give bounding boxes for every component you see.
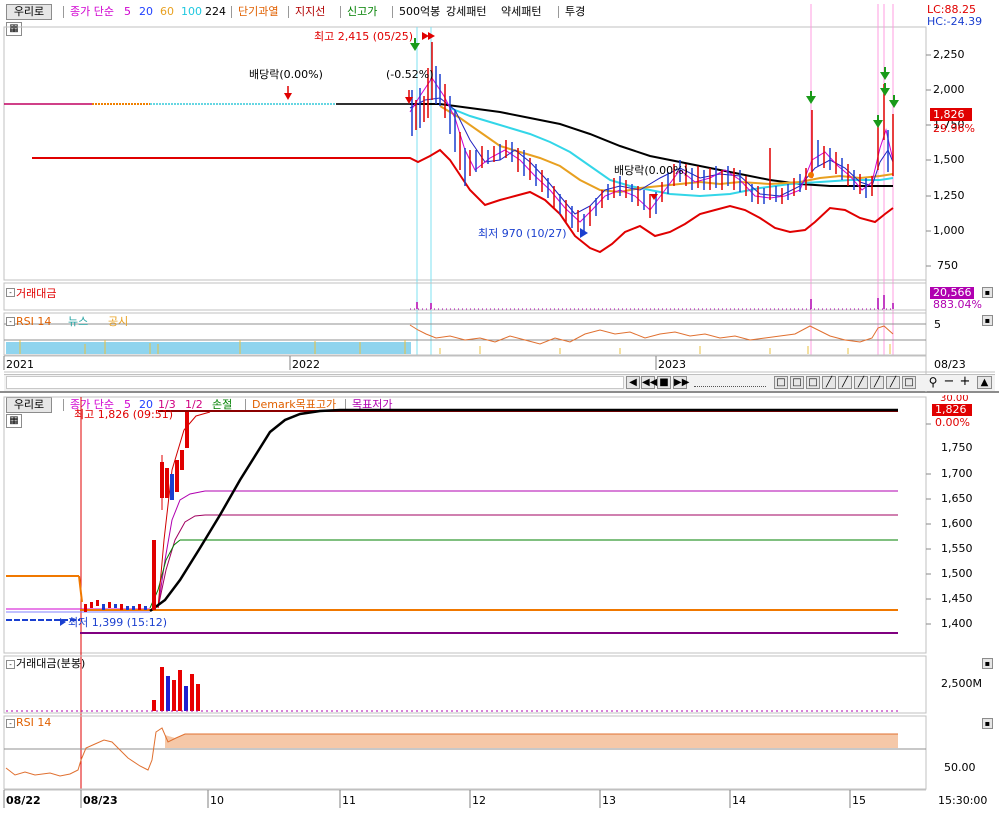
- axis-tick: 1,700: [941, 467, 973, 480]
- bottom-time-d0: 08/22: [6, 794, 41, 807]
- legend-sep: [245, 399, 246, 411]
- bottom-low-label: 최저 1,399 (15:12): [68, 616, 168, 629]
- bottom-time-11: 11: [342, 794, 356, 807]
- top-price-svg: [3, 4, 995, 392]
- axis-tick: 1,450: [941, 592, 973, 605]
- top-div3-label: 배당락(0.00%): [614, 164, 688, 177]
- top-time-last: 08/23: [934, 358, 966, 371]
- axis-tick: 1,250: [933, 189, 965, 202]
- top-low-label: 최저 970 (10/27): [478, 227, 567, 240]
- period-1-icon[interactable]: □: [774, 376, 788, 389]
- period-3-icon[interactable]: □: [806, 376, 820, 389]
- fast-forward-icon[interactable]: ▶▶: [673, 376, 689, 389]
- bottom-time-15: 15: [852, 794, 866, 807]
- bottom-price-change: 0.00%: [935, 416, 970, 429]
- bottom-rsi-ctrl[interactable]: ▪: [982, 718, 993, 729]
- bottom-demark[interactable]: Demark목표고가: [252, 398, 336, 411]
- bottom-volume-title: 거래대금(분봉): [16, 657, 86, 670]
- legend-sep: [345, 399, 346, 411]
- axis-tick: 1,600: [941, 517, 973, 530]
- line-tool-icon[interactable]: ╱: [886, 376, 900, 389]
- top-rsi-close[interactable]: -: [6, 317, 15, 326]
- bottom-volume-close[interactable]: -: [6, 660, 15, 669]
- scroll-track[interactable]: [6, 376, 624, 389]
- line-tool-icon[interactable]: ╱: [822, 376, 836, 389]
- bottom-rsi-axis: 50.00: [944, 761, 976, 774]
- line-tool-icon[interactable]: ╱: [854, 376, 868, 389]
- bottom-time-10: 10: [210, 794, 224, 807]
- bottom-price-box: 1,826: [932, 404, 972, 416]
- top-rsi-ctrl[interactable]: ▪: [982, 315, 993, 326]
- search-icon[interactable]: ⚲: [926, 376, 940, 389]
- bottom-chart-tab[interactable]: 우리로: [6, 397, 52, 413]
- bottom-target-low[interactable]: 목표저가: [352, 398, 392, 411]
- rewind-icon[interactable]: ◀◀: [641, 376, 657, 389]
- top-price-axis: 2,250 2,000 1,750 1,500 1,250 1,000 750: [927, 27, 995, 280]
- bottom-rsi-close[interactable]: -: [6, 719, 15, 728]
- bottom-volume-axis: 2,500M: [941, 677, 982, 690]
- axis-tick: 1,500: [941, 567, 973, 580]
- bottom-time-d1: 08/23: [83, 794, 118, 807]
- box-tool-icon[interactable]: □: [902, 376, 916, 389]
- top-price-box: 1,826: [930, 108, 972, 121]
- bottom-loss[interactable]: 손절: [212, 398, 232, 411]
- top-volume-close[interactable]: -: [6, 288, 15, 297]
- top-rsi-title: RSI 14: [16, 315, 52, 328]
- top-volume-change: 883.04%: [933, 298, 982, 311]
- bottom-grid-icon[interactable]: ▦: [6, 414, 22, 428]
- axis-tick: 750: [937, 259, 958, 272]
- line-tool-icon[interactable]: ╱: [838, 376, 852, 389]
- top-rsi-axis: 5: [934, 318, 941, 331]
- bottom-chart-panel: [0, 395, 999, 813]
- bottom-frac2[interactable]: 1/2: [185, 398, 203, 411]
- axis-tick: 1,650: [941, 492, 973, 505]
- top-high-label: 최고 2,415 (05/25): [314, 30, 414, 43]
- bottom-time-13: 13: [602, 794, 616, 807]
- chart-window: { "colors": {"accent_red": "#e00000", "a…: [0, 0, 999, 813]
- bottom-time-14: 14: [732, 794, 746, 807]
- line-tool-icon[interactable]: ╱: [870, 376, 884, 389]
- axis-tick: 2,250: [933, 48, 965, 61]
- bottom-time-12: 12: [472, 794, 486, 807]
- scroll-right-icon[interactable]: ▲: [977, 376, 992, 389]
- scroll-left-icon[interactable]: ◀: [626, 376, 640, 389]
- period-2-icon[interactable]: □: [790, 376, 804, 389]
- top-time-2023: 2023: [658, 358, 686, 371]
- bottom-price-topcut: 30.00: [940, 395, 969, 402]
- axis-tick: 2,000: [933, 83, 965, 96]
- bottom-price-axis: 1,750 1,700 1,650 1,600 1,550 1,500 1,45…: [927, 397, 995, 653]
- legend-sep: [63, 399, 64, 411]
- top-news-label[interactable]: 뉴스: [68, 315, 88, 328]
- top-time-2021: 2021: [6, 358, 34, 371]
- top-time-2022: 2022: [292, 358, 320, 371]
- bottom-volume-ctrl[interactable]: ▪: [982, 658, 993, 669]
- top-disclosure-label[interactable]: 공시: [108, 315, 128, 328]
- top-div1-label: 배당락(0.00%): [249, 68, 323, 81]
- zoom-in-icon[interactable]: +: [958, 375, 972, 389]
- top-volume-ctrl[interactable]: ▪: [982, 287, 993, 298]
- axis-tick: 1,000: [933, 224, 965, 237]
- axis-tick: 1,500: [933, 153, 965, 166]
- bottom-time-clock: 15:30:00: [938, 794, 988, 807]
- zoom-out-icon[interactable]: −: [942, 375, 956, 389]
- axis-tick: 1,550: [941, 542, 973, 555]
- bottom-rsi-title: RSI 14: [16, 716, 52, 729]
- zoom-slider[interactable]: [694, 378, 766, 387]
- axis-tick: 1,400: [941, 617, 973, 630]
- top-price-change: 29.96%: [933, 122, 975, 135]
- top-volume-title: 거래대금: [16, 287, 57, 300]
- stop-icon[interactable]: ■: [657, 376, 671, 389]
- axis-tick: 1,750: [941, 441, 973, 454]
- bottom-high-label: 최고 1,826 (09:51): [74, 408, 174, 421]
- top-div2-label: (-0.52%): [386, 68, 434, 81]
